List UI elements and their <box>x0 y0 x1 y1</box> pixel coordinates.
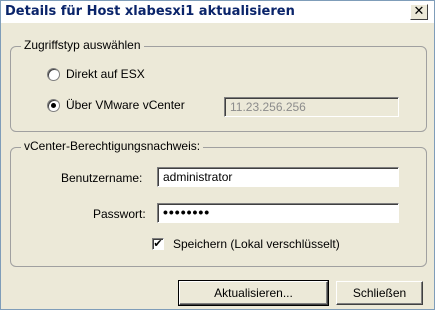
radio-vmware-vcenter-label[interactable]: Über VMware vCenter <box>66 98 185 112</box>
close-icon[interactable]: ✕ <box>410 4 428 20</box>
update-button[interactable]: Aktualisieren... <box>178 280 329 306</box>
password-field[interactable]: •••••••• <box>157 203 399 223</box>
radio-vmware-vcenter[interactable] <box>47 99 60 112</box>
username-field[interactable]: administrator <box>157 167 399 187</box>
radio-direct-esx-label[interactable]: Direkt auf ESX <box>66 67 145 81</box>
credentials-group-title: vCenter-Berechtigungsnachweis: <box>21 139 204 153</box>
dialog-title: Details für Host xlabesxi1 aktualisieren <box>5 4 295 19</box>
password-label: Passwort: <box>93 207 146 221</box>
access-type-group: Zugriffstyp auswählen <box>10 38 427 132</box>
access-type-group-title: Zugriffstyp auswählen <box>21 38 144 52</box>
vcenter-address-field[interactable]: 11.23.256.256 <box>224 97 399 117</box>
radio-selected-dot <box>51 103 56 108</box>
save-credentials-label[interactable]: Speichern (Lokal verschlüsselt) <box>173 237 340 251</box>
close-button[interactable]: Schließen <box>336 281 423 305</box>
update-host-dialog: Details für Host xlabesxi1 aktualisieren… <box>0 0 435 310</box>
title-bar: Details für Host xlabesxi1 aktualisieren… <box>1 1 434 23</box>
username-label: Benutzername: <box>61 171 143 185</box>
radio-direct-esx[interactable] <box>47 68 60 81</box>
save-credentials-checkbox[interactable]: ✔ <box>152 238 164 250</box>
